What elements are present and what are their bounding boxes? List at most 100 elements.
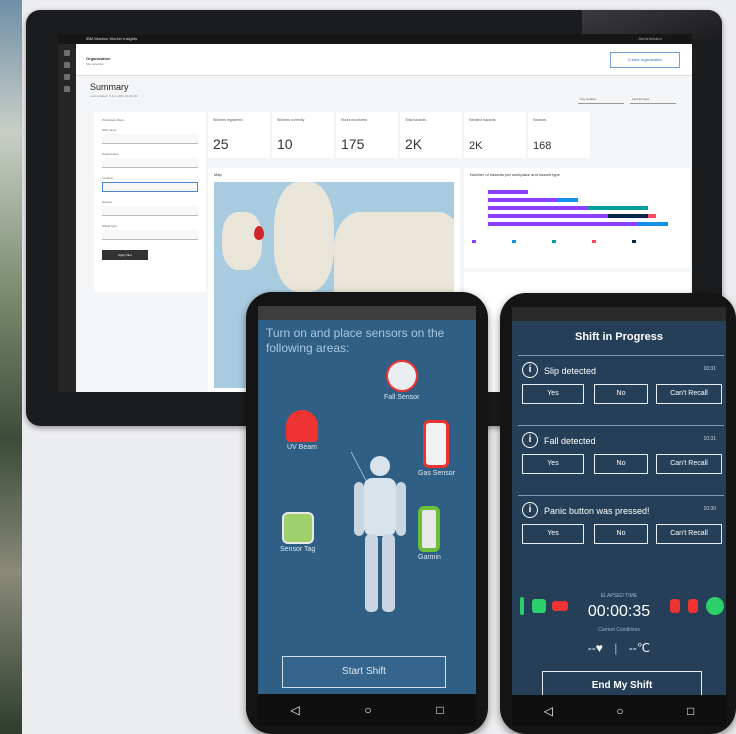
status-bar [512,307,726,321]
status-bar [258,306,476,320]
sensor-label: UV Beam [287,444,317,451]
alert-text: Slip detected [544,366,597,376]
sensor-gas[interactable]: Gas Sensor [418,420,455,477]
map-label: Map [214,172,222,177]
yes-button[interactable]: Yes [522,524,584,544]
legend-swatch [552,240,556,243]
apply-filter-button[interactable]: Apply filter [102,250,148,260]
cant-recall-button[interactable]: Can't Recall [656,384,722,404]
bar[interactable] [638,222,668,226]
rail-users-icon[interactable] [64,74,70,80]
filter-panel: Workplace filters Shift name Organizatio… [94,112,206,292]
fall-sensor-icon [385,360,418,392]
bar[interactable] [488,206,588,210]
app-header: Organization Site selection Create organ… [76,44,692,76]
location-dropdown[interactable]: Any location [578,94,624,104]
alert-card: i Slip detected 10:31 Yes No Can't Recal… [518,355,724,417]
kpi-label: Handled hazards [469,118,496,122]
map-pin-icon[interactable] [254,226,264,240]
alert-time: 10:30 [703,506,716,512]
bar[interactable] [558,198,578,202]
yes-button[interactable]: Yes [522,384,584,404]
kpi-tile[interactable]: Workers currently 10 [272,112,334,158]
kpi-value: 2K [469,140,483,152]
kpi-tile[interactable]: Total hazards 2K [400,112,462,158]
org-filter[interactable] [102,158,198,168]
period-dropdown[interactable]: Last 30 days [630,94,676,104]
alert-text: Panic button was pressed! [544,506,650,516]
recents-icon[interactable]: □ [687,704,694,718]
map-land-ireland [222,212,262,270]
rail-settings-icon[interactable] [64,86,70,92]
no-button[interactable]: No [594,384,648,404]
background-photo [0,0,22,734]
kpi-value: 10 [277,136,293,152]
recents-icon[interactable]: □ [436,703,443,717]
sensor-wearable[interactable]: Garmin [418,506,441,561]
bar[interactable] [488,214,608,218]
cant-recall-button[interactable]: Can't Recall [656,524,722,544]
filter-label: Shift name [102,128,117,132]
kpi-tile[interactable]: Hazards 168 [528,112,590,158]
sensor-tag-icon [281,512,314,544]
rail-home-icon[interactable] [64,50,70,56]
page-title: Summary [90,82,129,92]
map-land-britain [274,182,334,292]
no-button[interactable]: No [594,454,648,474]
app-topbar: IBM Maximo Worker Insights Administrator [58,34,692,44]
user-menu[interactable]: Administrator [638,36,662,41]
kpi-value: 2K [405,136,423,152]
bar[interactable] [488,190,528,194]
sensor-uv-beam[interactable]: UV Beam [286,410,318,451]
page-subtitle: Last updated: 5 Jun 2020 10:24 AM [90,94,138,98]
filter-label: Hazard [102,200,112,204]
rail-map-icon[interactable] [64,62,70,68]
sensor-label: Sensor Tag [280,546,316,553]
bar[interactable] [648,214,656,218]
sensor-label: Fall Sensor [384,394,420,401]
org-name: Organization [86,56,111,61]
conditions-label: Current Conditions [598,627,640,633]
no-button[interactable]: No [594,524,648,544]
screen-title: Shift in Progress [574,331,664,343]
alert-time: 10:31 [703,366,716,372]
bar[interactable] [608,214,648,218]
shift-timer: 00:00:35 [587,603,651,620]
cant-recall-button[interactable]: Can't Recall [656,454,722,474]
filter-heading: Workplace filters [102,118,125,122]
create-org-button[interactable]: Create organization [610,52,680,68]
location-filter[interactable] [102,182,198,192]
setup-instructions: Turn on and place sensors on the followi… [266,326,445,355]
kpi-value: 175 [341,136,365,152]
sensor-label: Gas Sensor [418,470,455,477]
filter-label: Organization [102,152,120,156]
sensor-label: Garmin [418,554,441,561]
bar[interactable] [488,222,638,226]
back-icon[interactable]: ◁ [544,704,553,718]
yes-button[interactable]: Yes [522,454,584,474]
kpi-tile[interactable]: Hours monitored 175 [336,112,398,158]
legend-swatch [592,240,596,243]
worker-figure-icon [350,452,406,612]
legend-swatch [512,240,516,243]
back-icon[interactable]: ◁ [290,703,299,717]
shield-filter[interactable] [102,230,198,240]
bar[interactable] [488,198,558,202]
kpi-tile[interactable]: Handled hazards 2K [464,112,526,158]
kpi-tile[interactable]: Workers registered 25 [208,112,270,158]
temperature-value: --℃ [628,641,651,655]
alert-card: i Fall detected 10:31 Yes No Can't Recal… [518,425,724,487]
home-icon[interactable]: ○ [364,703,371,717]
hazard-filter[interactable] [102,206,198,216]
home-icon[interactable]: ○ [616,704,623,718]
start-shift-button[interactable]: Start Shift [282,656,446,688]
elapsed-label: ELAPSED TIME [600,593,638,599]
filter-label: Location [102,176,114,180]
bar[interactable] [588,206,648,210]
hazard-bar-chart [472,188,668,243]
shift-progress-screen: Shift in Progress i Slip detected 10:31 … [512,307,726,727]
sensor-tag[interactable]: Sensor Tag [280,512,315,553]
shift-filter[interactable] [102,134,198,144]
sensor-fall[interactable]: Fall Sensor [384,360,419,401]
wearable-icon [418,506,441,552]
